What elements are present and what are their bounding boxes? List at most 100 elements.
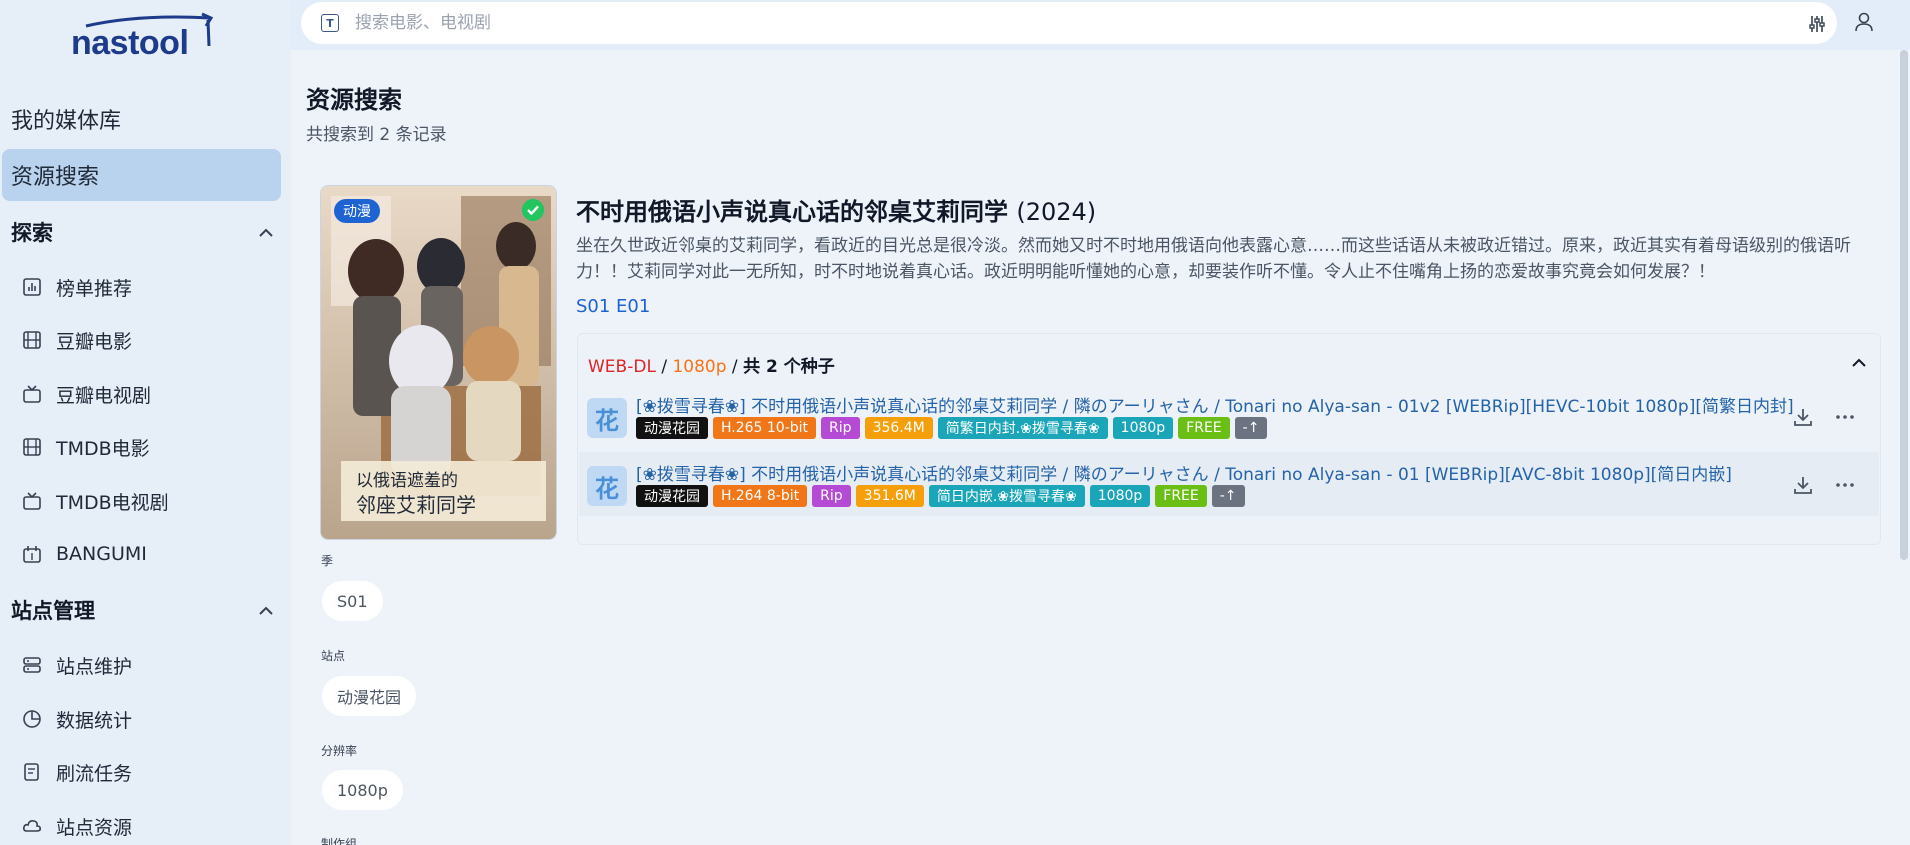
- section-site-management-label: 站点管理: [11, 599, 95, 623]
- nav-resource-search[interactable]: 资源搜索: [2, 149, 281, 201]
- tag-codec: H.265 10-bit: [713, 417, 817, 439]
- tag-site: 动漫花园: [636, 417, 708, 439]
- media-poster[interactable]: 以俄语遮羞的 邻座艾莉同学 动漫: [320, 185, 557, 540]
- section-explore-label: 探索: [11, 221, 53, 245]
- media-title-text: 不时用俄语小声说真心话的邻桌艾莉同学: [576, 198, 1008, 226]
- sidebar-item-label: 站点维护: [56, 655, 133, 678]
- nav-my-media-library[interactable]: 我的媒体库: [0, 93, 291, 145]
- sidebar-item-bangumi[interactable]: BANGUMI: [0, 532, 291, 576]
- tag-team: 简繁日内封.❀拨雪寻春❀: [937, 417, 1108, 439]
- text-type-icon[interactable]: T: [321, 14, 339, 32]
- filter-label-season: 季: [321, 554, 334, 568]
- tv-icon: [23, 492, 41, 510]
- sidebar-item-douban-tv[interactable]: 豆瓣电视剧: [0, 372, 291, 416]
- sidebar-item-label: TMDB电视剧: [56, 491, 169, 514]
- scrollbar[interactable]: [1900, 50, 1908, 560]
- search-input[interactable]: [355, 10, 1655, 36]
- tag-rip: Rip: [821, 417, 860, 439]
- media-year: (2024): [1016, 198, 1097, 226]
- nastool-logo[interactable]: nastool: [68, 12, 218, 64]
- tag-resolution: 1080p: [1089, 485, 1151, 507]
- svg-text:邻座艾莉同学: 邻座艾莉同学: [356, 493, 476, 517]
- tag-rip: Rip: [812, 485, 851, 507]
- more-options-icon[interactable]: [1834, 474, 1856, 496]
- top-bar: T: [291, 0, 1910, 50]
- more-options-icon[interactable]: [1834, 406, 1856, 428]
- chevron-up-icon[interactable]: [1848, 352, 1870, 374]
- sidebar-item-label: BANGUMI: [56, 543, 147, 565]
- group-header[interactable]: WEB-DL / 1080p / 共 2 个种子: [588, 352, 835, 377]
- tag-size: 356.4M: [864, 417, 933, 439]
- torrent-name-link[interactable]: [❀拨雪寻春❀] 不时用俄语小声说真心话的邻桌艾莉同学 / 隣のアーリャさん /…: [636, 460, 1732, 485]
- tag-codec: H.264 8-bit: [713, 485, 808, 507]
- sidebar-item-label: 豆瓣电影: [56, 330, 133, 353]
- film-icon: [23, 331, 41, 349]
- media-type-badge: 动漫: [334, 199, 380, 223]
- sidebar-item-tmdb-tv[interactable]: TMDB电视剧: [0, 479, 291, 523]
- result-count: 共搜索到 2 条记录: [306, 125, 447, 145]
- search-bar[interactable]: T: [301, 2, 1837, 44]
- server-icon: [23, 657, 41, 673]
- media-title[interactable]: 不时用俄语小声说真心话的邻桌艾莉同学 (2024): [576, 192, 1096, 227]
- download-icon[interactable]: [1792, 474, 1814, 496]
- torrent-row[interactable]: 花 [❀拨雪寻春❀] 不时用俄语小声说真心话的邻桌艾莉同学 / 隣のアーリャさん…: [579, 452, 1879, 516]
- filter-label-site: 站点: [321, 649, 346, 663]
- filter-label-release-group: 制作组: [321, 837, 358, 845]
- sidebar-item-label: 数据统计: [56, 709, 133, 732]
- media-description: 坐在久世政近邻桌的艾莉同学，看政近的目光总是很冷淡。然而她又时不时地用俄语向他表…: [576, 236, 1851, 282]
- poster-artwork: 以俄语遮羞的 邻座艾莉同学: [321, 186, 556, 539]
- tag-team: 简日内嵌.❀拨雪寻春❀: [928, 485, 1085, 507]
- separator-2: /: [726, 357, 744, 377]
- site-favicon: 花: [587, 466, 627, 506]
- sidebar-item-douban-movies[interactable]: 豆瓣电影: [0, 318, 291, 362]
- section-site-management[interactable]: 站点管理: [0, 590, 291, 630]
- filter-sliders-icon[interactable]: [1807, 14, 1827, 34]
- film-icon: [23, 438, 41, 456]
- sidebar-item-site-resources[interactable]: 站点资源: [0, 804, 291, 845]
- tag-resolution: 1080p: [1112, 417, 1174, 439]
- tv-icon: [23, 385, 41, 403]
- sidebar-item-brush-tasks[interactable]: 刷流任务: [0, 750, 291, 794]
- sidebar-item-statistics[interactable]: 数据统计: [0, 697, 291, 741]
- chevron-up-icon: [259, 228, 273, 237]
- torrent-tags: 动漫花园 H.265 10-bit Rip 356.4M 简繁日内封.❀拨雪寻春…: [636, 417, 1268, 439]
- download-icon[interactable]: [1792, 406, 1814, 428]
- group-source: WEB-DL: [588, 357, 656, 377]
- user-icon[interactable]: [1852, 10, 1876, 34]
- sidebar-item-label: 站点资源: [56, 816, 133, 839]
- filter-chip-resolution[interactable]: 1080p: [322, 770, 403, 810]
- site-favicon: 花: [587, 398, 627, 438]
- tag-site: 动漫花园: [636, 485, 708, 507]
- group-resolution: 1080p: [672, 357, 727, 377]
- sidebar-item-label: TMDB电影: [56, 437, 150, 460]
- filter-chip-site[interactable]: 动漫花园: [322, 676, 417, 716]
- section-explore[interactable]: 探索: [0, 212, 291, 252]
- filter-chip-season[interactable]: S01: [322, 581, 383, 621]
- cloud-icon: [23, 820, 41, 832]
- sidebar-item-label: 豆瓣电视剧: [56, 384, 152, 407]
- task-icon: [24, 763, 39, 781]
- tag-peers: -↑: [1234, 417, 1268, 439]
- tag-free: FREE: [1178, 417, 1230, 439]
- tag-size: 351.6M: [855, 485, 924, 507]
- torrent-row[interactable]: 花 [❀拨雪寻春❀] 不时用俄语小声说真心话的邻桌艾莉同学 / 隣のアーリャさん…: [579, 384, 1879, 448]
- check-icon: [522, 199, 544, 221]
- svg-text:以俄语遮羞的: 以俄语遮羞的: [356, 471, 458, 491]
- sidebar: nastool 我的媒体库 资源搜索 探索 榜单推荐 豆瓣电影 豆瓣电视剧 TM…: [0, 0, 291, 845]
- filter-label-resolution: 分辨率: [321, 744, 358, 758]
- page-title: 资源搜索: [306, 86, 402, 114]
- tag-peers: -↑: [1211, 485, 1245, 507]
- torrent-name-link[interactable]: [❀拨雪寻春❀] 不时用俄语小声说真心话的邻桌艾莉同学 / 隣のアーリャさん /…: [636, 392, 1794, 417]
- sidebar-item-tmdb-movies[interactable]: TMDB电影: [0, 425, 291, 469]
- tag-free: FREE: [1155, 485, 1207, 507]
- sidebar-item-label: 榜单推荐: [56, 277, 133, 300]
- chart-icon: [23, 278, 41, 296]
- sidebar-item-charts[interactable]: 榜单推荐: [0, 265, 291, 309]
- logo-text: nastool: [71, 24, 189, 62]
- calendar-icon: [23, 546, 41, 563]
- sidebar-item-label: 刷流任务: [56, 762, 133, 785]
- sidebar-item-site-maintenance[interactable]: 站点维护: [0, 643, 291, 687]
- group-count: 共 2 个种子: [743, 357, 835, 377]
- separator-1: /: [655, 357, 673, 377]
- main-content: 资源搜索 共搜索到 2 条记录 以俄语遮羞的 邻座艾莉同学 动漫 不时用俄语小声…: [291, 50, 1910, 845]
